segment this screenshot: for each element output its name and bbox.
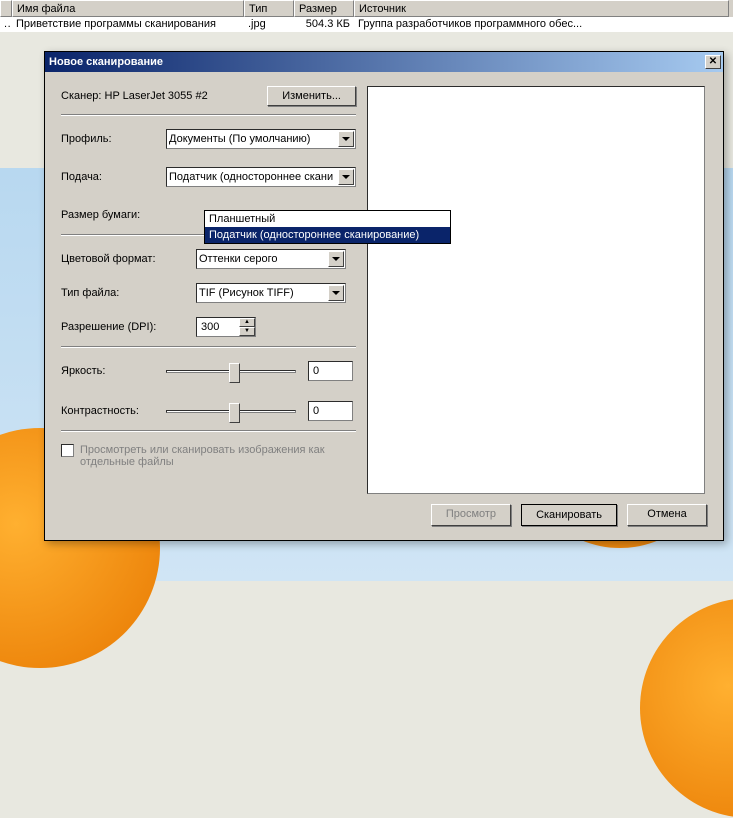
profile-select[interactable]: Документы (По умолчанию) <box>166 129 356 149</box>
col-source[interactable]: Источник <box>354 0 729 17</box>
preview-pane <box>367 86 705 494</box>
cancel-button[interactable]: Отмена <box>627 504 707 526</box>
dpi-label: Разрешение (DPI): <box>61 321 166 333</box>
scanner-value: HP LaserJet 3055 #2 <box>105 90 208 102</box>
slider-thumb[interactable] <box>229 403 240 423</box>
col-filename[interactable]: Имя файла <box>12 0 244 17</box>
preview-button[interactable]: Просмотр <box>431 504 511 526</box>
chevron-down-icon[interactable] <box>328 285 344 301</box>
cell-filename: Приветствие программы сканирования <box>12 17 244 32</box>
dd-option-flatbed[interactable]: Планшетный <box>205 211 450 227</box>
table-header: Имя файла Тип фа... Размер Источник <box>0 0 733 17</box>
dpi-spinner[interactable]: 300 ▲ ▼ <box>196 317 256 337</box>
cell-size: 504.3 КБ <box>294 17 354 32</box>
dialog-title: Новое сканирование <box>49 56 705 68</box>
color-label: Цветовой формат: <box>61 253 166 265</box>
col-size[interactable]: Размер <box>294 0 354 17</box>
scanner-label: Сканер: <box>61 90 101 102</box>
scan-dialog: Новое сканирование ✕ Сканер: HP LaserJet… <box>44 51 724 541</box>
feed-dropdown-popup: Планшетный Податчик (одностороннее скани… <box>204 210 451 244</box>
contrast-input[interactable] <box>308 401 353 421</box>
contrast-slider[interactable] <box>166 410 296 413</box>
feed-label: Подача: <box>61 171 166 183</box>
close-icon[interactable]: ✕ <box>705 55 721 69</box>
slider-thumb[interactable] <box>229 363 240 383</box>
table-row[interactable]: ... Приветствие программы сканирования .… <box>0 17 733 32</box>
separate-files-label: Просмотреть или сканировать изображения … <box>80 444 340 468</box>
chevron-down-icon[interactable] <box>338 131 354 147</box>
filetype-label: Тип файла: <box>61 287 166 299</box>
chevron-down-icon[interactable] <box>338 169 354 185</box>
separate-files-checkbox <box>61 444 74 457</box>
paper-label: Размер бумаги: <box>61 209 166 221</box>
brightness-label: Яркость: <box>61 365 166 377</box>
cell-filetype: .jpg <box>244 17 294 32</box>
col-filetype[interactable]: Тип фа... <box>244 0 294 17</box>
feed-select[interactable]: Податчик (одностороннее скани <box>166 167 356 187</box>
scan-button[interactable]: Сканировать <box>521 504 617 526</box>
dd-option-feeder[interactable]: Податчик (одностороннее сканирование) <box>205 227 450 243</box>
brightness-input[interactable] <box>308 361 353 381</box>
filetype-select[interactable]: TIF (Рисунок TIFF) <box>196 283 346 303</box>
brightness-slider[interactable] <box>166 370 296 373</box>
col-icon[interactable] <box>0 0 12 17</box>
spin-down-icon[interactable]: ▼ <box>239 327 255 336</box>
change-button[interactable]: Изменить... <box>267 86 356 106</box>
cell-source: Группа разработчиков программного обес..… <box>354 17 729 32</box>
spin-up-icon[interactable]: ▲ <box>239 318 255 327</box>
contrast-label: Контрастность: <box>61 405 166 417</box>
profile-label: Профиль: <box>61 133 166 145</box>
color-select[interactable]: Оттенки серого <box>196 249 346 269</box>
chevron-down-icon[interactable] <box>328 251 344 267</box>
titlebar[interactable]: Новое сканирование ✕ <box>45 52 723 72</box>
